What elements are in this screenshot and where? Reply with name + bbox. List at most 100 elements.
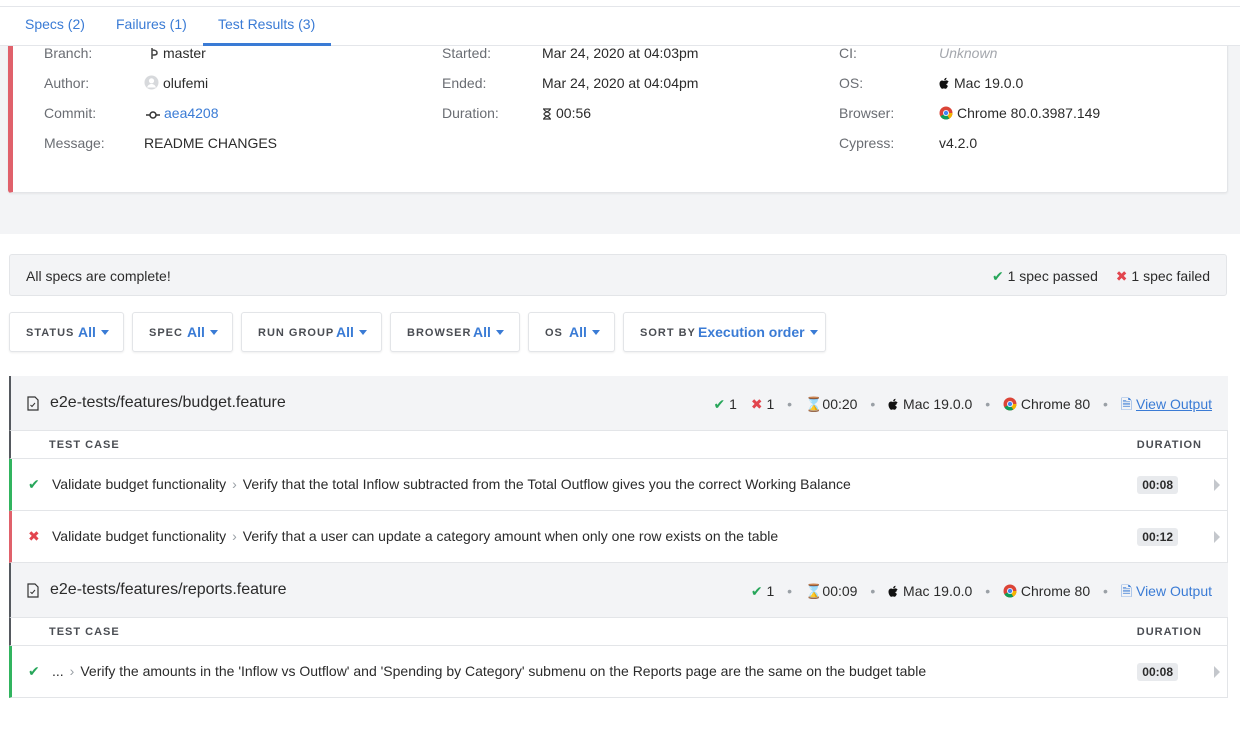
test-duration: 00:08	[1137, 663, 1178, 681]
caret-down-icon	[100, 330, 109, 335]
tab-bar: Specs (2) Failures (1) Test Results (3)	[0, 6, 1240, 46]
spec-browser: Chrome 80	[1020, 396, 1091, 412]
avatar-icon	[144, 75, 159, 93]
caret-down-icon	[209, 330, 218, 335]
file-icon	[27, 583, 39, 601]
check-icon: ✔	[713, 396, 726, 412]
col-duration: DURATION	[1136, 626, 1202, 638]
branch-icon	[149, 47, 159, 63]
filter-os-label: OS	[545, 327, 563, 339]
filter-run-group[interactable]: RUN GROUP All	[241, 312, 382, 352]
expand-arrow-icon[interactable]	[1214, 479, 1220, 491]
spec-header: e2e-tests/features/budget.feature ✔ 1 ✖ …	[9, 376, 1228, 431]
ci-value: Unknown	[939, 45, 998, 61]
apple-icon	[888, 583, 899, 599]
spec-passed-count: 1	[729, 396, 737, 412]
caret-down-icon	[591, 330, 600, 335]
check-icon: ✔	[991, 268, 1004, 284]
started-value: Mar 24, 2020 at 04:03pm	[542, 45, 699, 61]
spec-duration: 00:20	[822, 396, 858, 412]
commit-label: Commit:	[44, 105, 97, 121]
document-icon: 🗎	[1120, 583, 1133, 599]
cross-icon: ✖	[750, 396, 763, 412]
cypress-label: Cypress:	[839, 135, 895, 151]
filter-run-group-label: RUN GROUP	[258, 327, 335, 339]
test-title: Validate budget functionality › Verify tha…	[52, 476, 851, 492]
spec-passed-count: 1	[766, 583, 775, 599]
message-label: Message:	[44, 135, 105, 151]
duration-label: Duration:	[442, 105, 499, 121]
chrome-icon	[1003, 396, 1017, 412]
check-icon: ✔	[750, 583, 763, 599]
browser-value: Chrome 80.0.3987.149	[939, 105, 1100, 123]
filter-status-value: All	[78, 324, 109, 340]
hourglass-icon: ⌛	[804, 583, 823, 599]
file-icon	[27, 396, 39, 414]
document-icon: 🗎	[1120, 396, 1133, 412]
spec-os: Mac 19.0.0	[903, 583, 973, 599]
test-duration: 00:12	[1137, 528, 1178, 546]
filter-spec-value: All	[187, 324, 218, 340]
filter-os[interactable]: OS All	[528, 312, 615, 352]
ci-label: CI:	[839, 45, 857, 61]
col-duration: DURATION	[1136, 439, 1202, 451]
test-duration: 00:08	[1137, 476, 1178, 494]
view-output-link[interactable]: View Output	[1136, 583, 1212, 599]
filter-browser-value: All	[473, 324, 504, 340]
author-value: olufemi	[144, 75, 208, 93]
ended-label: Ended:	[442, 75, 487, 91]
test-row[interactable]: ✖ Validate budget functionality › Verify t…	[9, 511, 1228, 563]
filter-os-value: All	[569, 324, 600, 340]
message-value: README CHANGES	[144, 135, 278, 151]
test-title: ... › Verify the amounts in the 'Inflow vs…	[52, 663, 927, 679]
spec-browser: Chrome 80	[1020, 583, 1091, 599]
run-status-text: All specs are complete!	[26, 268, 171, 284]
col-test-case: TEST CASE	[49, 626, 120, 638]
caret-down-icon	[809, 330, 818, 335]
spec-stats: ✔ 1 ✖ 1 • ⌛00:20 • Mac 19.0.0 • Chrome 8…	[713, 396, 1212, 412]
commit-value: aea4208	[146, 105, 219, 123]
branch-value: master	[149, 45, 206, 63]
spec-failed-count: 1	[766, 396, 775, 412]
filter-status-label: STATUS	[26, 327, 75, 339]
commit-link[interactable]: aea4208	[164, 105, 219, 121]
test-title: Validate budget functionality › Verify tha…	[52, 528, 779, 544]
spec-reports: e2e-tests/features/reports.feature ✔ 1 •…	[9, 563, 1228, 698]
caret-down-icon	[495, 330, 504, 335]
expand-arrow-icon[interactable]	[1214, 666, 1220, 678]
spec-summary: ✔ 1 spec passed ✖ 1 spec failed	[992, 268, 1210, 285]
tab-test-results[interactable]: Test Results (3)	[218, 16, 315, 32]
hourglass-icon	[542, 107, 552, 123]
branch-label: Branch:	[44, 45, 93, 61]
spec-title[interactable]: e2e-tests/features/reports.feature	[50, 581, 287, 599]
started-label: Started:	[442, 45, 492, 61]
spec-header: e2e-tests/features/reports.feature ✔ 1 •…	[9, 563, 1228, 618]
filter-spec[interactable]: SPEC All	[132, 312, 233, 352]
filter-run-group-value: All	[336, 324, 367, 340]
filter-status[interactable]: STATUS All	[9, 312, 124, 352]
spec-budget: e2e-tests/features/budget.feature ✔ 1 ✖ …	[9, 376, 1228, 563]
spec-title[interactable]: e2e-tests/features/budget.feature	[50, 394, 286, 412]
caret-down-icon	[358, 330, 367, 335]
check-icon: ✔	[28, 476, 40, 492]
spec-duration: 00:09	[822, 583, 858, 599]
filter-sort-by[interactable]: SORT BY Execution order	[623, 312, 826, 352]
ended-value: Mar 24, 2020 at 04:04pm	[542, 75, 699, 91]
filter-browser[interactable]: BROWSER All	[390, 312, 520, 352]
tab-specs[interactable]: Specs (2)	[25, 16, 85, 32]
chrome-icon	[939, 106, 953, 123]
apple-icon	[888, 396, 899, 412]
tab-failures[interactable]: Failures (1)	[116, 16, 187, 32]
specs-passed: 1 spec passed	[1007, 268, 1098, 284]
cross-icon: ✖	[28, 528, 40, 544]
filter-spec-label: SPEC	[149, 327, 183, 339]
test-row[interactable]: ✔ ... › Verify the amounts in the 'Inflow …	[9, 646, 1228, 698]
spec-stats: ✔ 1 • ⌛00:09 • Mac 19.0.0 • Chrome 80 • …	[750, 583, 1212, 599]
test-row[interactable]: ✔ Validate budget functionality › Verify t…	[9, 459, 1228, 511]
os-label: OS:	[839, 75, 864, 91]
table-header: TEST CASE DURATION	[9, 431, 1228, 459]
run-details-card: Branch: master Author: olufemi Commit: a…	[8, 30, 1228, 193]
col-test-case: TEST CASE	[49, 439, 120, 451]
expand-arrow-icon[interactable]	[1214, 531, 1220, 543]
view-output-link[interactable]: View Output	[1136, 396, 1212, 412]
